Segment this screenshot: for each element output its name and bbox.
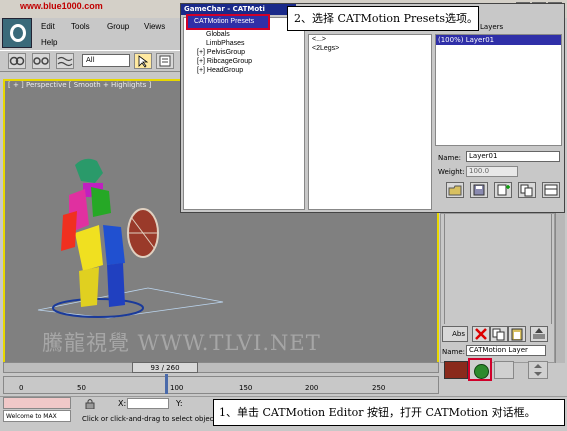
arrows-icon[interactable] <box>528 361 548 379</box>
lock-icon[interactable] <box>84 398 96 410</box>
time-slider-thumb[interactable]: 93 / 260 <box>132 362 198 373</box>
timeline-tick: 50 <box>77 384 86 392</box>
url-watermark: www.blue1000.com <box>20 1 103 11</box>
delete-layer-icon[interactable] <box>472 326 490 342</box>
collapse-icon[interactable] <box>530 326 548 342</box>
maxscript-listener[interactable] <box>3 397 71 409</box>
time-slider[interactable] <box>3 362 439 373</box>
layer-options-icon[interactable] <box>542 182 560 198</box>
layer-name-label: Name: <box>438 154 462 162</box>
viewport-watermark: 騰龍視覺 WWW.TLVI.NET <box>42 331 321 355</box>
playhead[interactable] <box>165 374 168 394</box>
tree-item-globals[interactable]: Globals <box>206 31 230 38</box>
unlink-icon[interactable] <box>32 53 50 69</box>
character-model[interactable] <box>55 155 175 325</box>
preset-item-parent[interactable]: <...> <box>312 36 326 43</box>
timeline-tick: 250 <box>372 384 386 392</box>
tree-item-headgroup[interactable]: [+] HeadGroup <box>197 67 243 74</box>
copy-layer-icon[interactable] <box>518 182 536 198</box>
link-icon[interactable] <box>8 53 26 69</box>
command-panel-scrollbar[interactable] <box>555 213 565 363</box>
bind-spacewarp-icon[interactable] <box>56 53 74 69</box>
preset-item-2legs[interactable]: <2Legs> <box>312 45 339 52</box>
layer-list[interactable] <box>435 34 562 146</box>
catmotion-name-field[interactable]: CATMotion Layer <box>466 345 546 356</box>
abs-button[interactable]: Abs <box>442 326 468 342</box>
catmotion-name-label: Name: <box>442 348 466 356</box>
select-by-name-icon[interactable] <box>156 53 174 69</box>
menu-tools[interactable]: Tools <box>71 22 90 31</box>
menu-views[interactable]: Views <box>144 22 165 31</box>
preset-list-panel[interactable] <box>308 34 432 210</box>
layer-name-field[interactable]: Layer01 <box>466 151 560 162</box>
timeline-tick: 100 <box>170 384 184 392</box>
menu-edit[interactable]: Edit <box>41 22 55 31</box>
welcome-message: Welcome to MAX <box>3 410 71 422</box>
catmotion-editor-button[interactable] <box>468 358 492 381</box>
layers-header: Layers <box>480 23 504 31</box>
catmotion-editor-icon <box>474 364 489 379</box>
tree-item-ribcagegroup[interactable]: [+] RibcageGroup <box>197 58 252 65</box>
selection-filter-dropdown[interactable]: All <box>82 54 130 67</box>
tree-item-pelvisgroup[interactable]: [+] PelvisGroup <box>197 49 245 56</box>
callout-step-1: 1、单击 CATMotion Editor 按钮，打开 CATMotion 对话… <box>213 399 565 426</box>
menu-group[interactable]: Group <box>107 22 129 31</box>
catmotion-presets-item[interactable]: CATMotion Presets <box>186 14 270 30</box>
timeline-tick: 200 <box>305 384 319 392</box>
paste-icon[interactable] <box>508 326 526 342</box>
menu-help[interactable]: Help <box>41 38 57 47</box>
x-coordinate-field[interactable] <box>127 398 169 409</box>
y-coordinate-label: Y: <box>176 399 183 408</box>
callout-step-2: 2、选择 CATMotion Presets选项。 <box>287 6 479 31</box>
layer-weight-field[interactable]: 100.0 <box>466 166 518 177</box>
layer-color-swatch[interactable] <box>444 361 468 379</box>
timeline-tick: 0 <box>19 384 24 392</box>
copy-icon[interactable] <box>490 326 508 342</box>
save-layer-icon[interactable] <box>470 182 488 198</box>
layer-list-item[interactable]: (100%) Layer01 <box>436 35 561 45</box>
app-logo[interactable] <box>2 18 32 48</box>
x-coordinate-label: X: <box>118 399 127 408</box>
viewport-label[interactable]: [ + ] Perspective [ Smooth + Highlights … <box>8 81 151 89</box>
timeline-tick: 150 <box>239 384 253 392</box>
rig-icon[interactable] <box>494 361 514 379</box>
open-layer-icon[interactable] <box>446 182 464 198</box>
command-panel-rollout <box>444 214 552 324</box>
status-prompt: Click or click-and-drag to select object… <box>82 415 220 423</box>
select-object-icon[interactable] <box>134 53 152 69</box>
add-layer-icon[interactable] <box>494 182 512 198</box>
layer-weight-label: Weight: <box>438 168 465 176</box>
tree-item-limbphases[interactable]: LimbPhases <box>206 40 245 47</box>
